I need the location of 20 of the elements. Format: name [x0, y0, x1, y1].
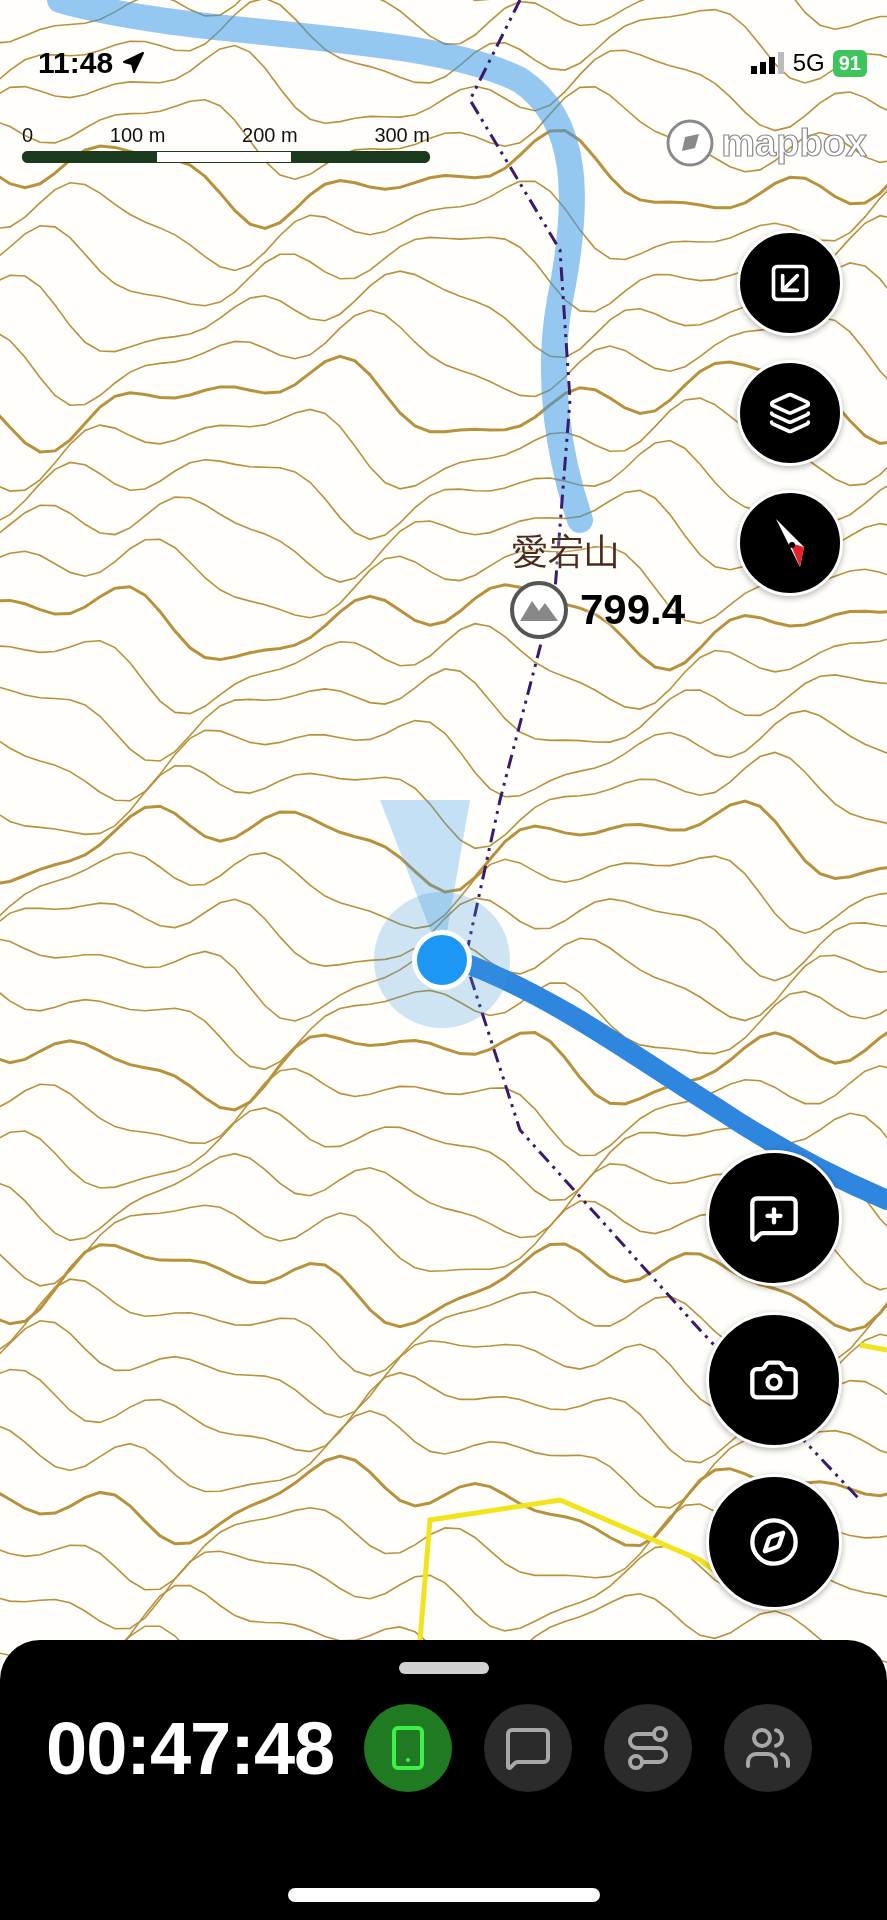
network-type: 5G: [792, 49, 825, 77]
drag-handle[interactable]: [398, 1662, 489, 1674]
compass-icon: [748, 1516, 800, 1568]
scale-label: 100 m: [109, 124, 166, 147]
status-time: 11:48: [38, 46, 114, 80]
layers-button[interactable]: [737, 360, 843, 466]
battery-level: 91: [832, 49, 867, 77]
mapbox-logo-icon: [665, 118, 716, 168]
camera-button[interactable]: [706, 1312, 842, 1448]
mountain-icon: [508, 579, 570, 641]
orientation-button[interactable]: [737, 490, 843, 596]
add-note-button[interactable]: [706, 1150, 842, 1286]
fit-view-button[interactable]: [737, 230, 843, 336]
scale-label: 300 m: [374, 124, 430, 147]
compass-button[interactable]: [706, 1474, 842, 1610]
location-arrow-icon: [121, 51, 146, 75]
signal-icon: [750, 52, 785, 74]
current-location-dot: [412, 930, 472, 990]
elapsed-time: 00:47:48: [46, 1705, 335, 1791]
layers-icon: [768, 391, 812, 435]
